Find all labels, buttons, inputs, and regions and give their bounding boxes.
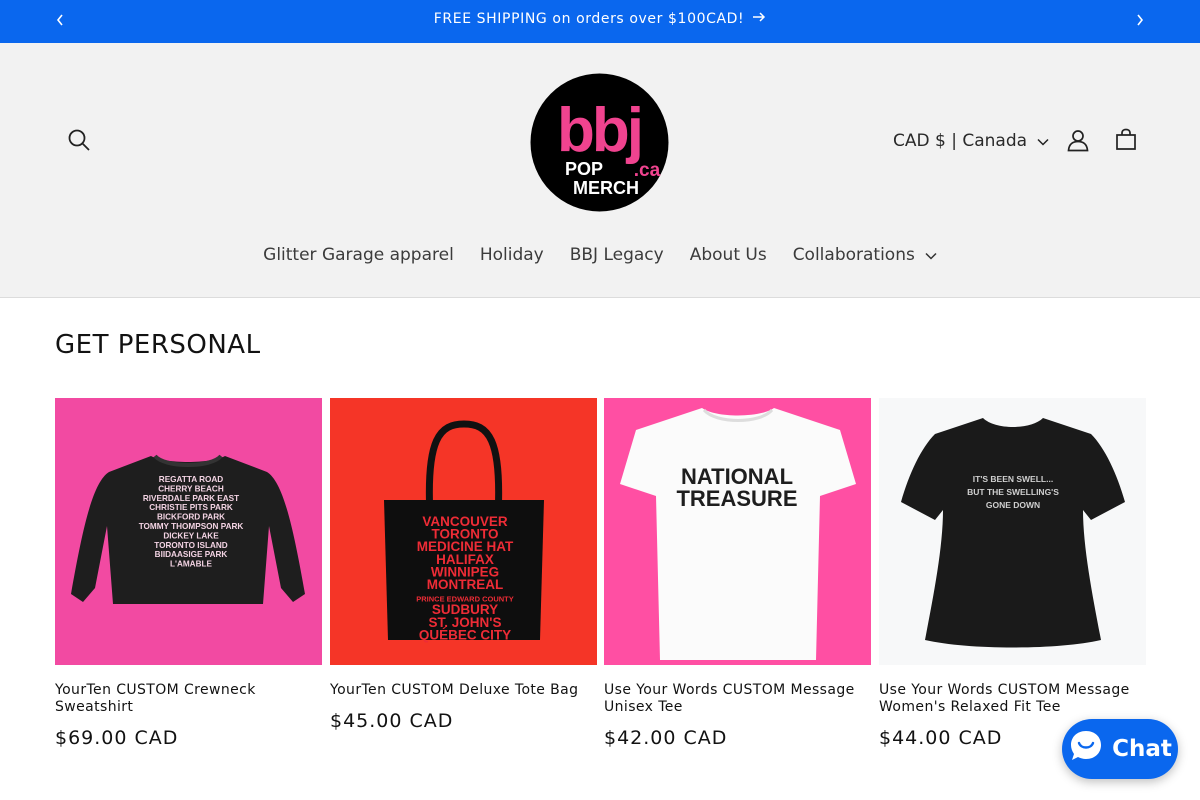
cart-icon: [1114, 128, 1138, 156]
chat-bubble-icon: [1068, 728, 1104, 770]
nav-item-holiday[interactable]: Holiday: [467, 245, 557, 265]
product-card[interactable]: REGATTA ROAD CHERRY BEACH RIVERDALE PARK E…: [55, 398, 322, 749]
print-line: L'AMABLE: [170, 560, 213, 569]
site-logo[interactable]: bbj .ca POP MERCH: [530, 73, 669, 212]
print-line: TOMMY THOMPSON PARK: [139, 522, 244, 531]
print-line: BUT THE SWELLING'S: [967, 487, 1059, 497]
product-image-tote[interactable]: VANCOUVER TORONTO MEDICINE HAT HALIFAX WINNI…: [330, 398, 597, 665]
announcement-text: FREE SHIPPING on orders over $100CAD!: [433, 10, 745, 27]
print-line: CHERRY BEACH: [158, 484, 224, 493]
product-image-womens-tee[interactable]: IT'S BEEN SWELL... BUT THE SWELLING'S GONE…: [879, 398, 1146, 665]
product-title[interactable]: YourTen CUSTOM Crewneck Sweatshirt: [55, 682, 322, 716]
main-nav: Glitter Garage apparel Holiday BBJ Legac…: [0, 238, 1200, 272]
print-line: DICKEY LAKE: [163, 531, 219, 540]
currency-selector[interactable]: CAD $ | Canada: [893, 127, 1049, 155]
announcement-next-button[interactable]: [1120, 0, 1160, 43]
logo-line1-text: POP: [565, 159, 603, 179]
nav-item-about-us[interactable]: About Us: [677, 245, 780, 265]
product-price: $45.00 CAD: [330, 710, 454, 732]
nav-item-collaborations[interactable]: Collaborations: [780, 245, 950, 265]
product-price: $69.00 CAD: [55, 727, 179, 749]
account-icon: [1066, 128, 1090, 156]
cart-button[interactable]: [1106, 121, 1146, 163]
chat-label: Chat: [1112, 736, 1172, 762]
announcement-bar: FREE SHIPPING on orders over $100CAD!: [0, 0, 1200, 43]
product-title[interactable]: Use Your Words CUSTOM Message Unisex Tee: [604, 682, 871, 716]
search-button[interactable]: [58, 121, 100, 163]
chevron-left-icon: [55, 12, 65, 31]
chat-button[interactable]: Chat: [1062, 719, 1178, 779]
nav-item-glitter-garage[interactable]: Glitter Garage apparel: [250, 245, 467, 265]
print-line: GONE DOWN: [986, 500, 1040, 510]
print-line: BICKFORD PARK: [157, 513, 225, 522]
chevron-down-icon: [925, 245, 937, 265]
product-card[interactable]: IT'S BEEN SWELL... BUT THE SWELLING'S GONE…: [879, 398, 1146, 749]
print-line: RIVERDALE PARK EAST: [143, 494, 239, 503]
announcement-link[interactable]: FREE SHIPPING on orders over $100CAD!: [434, 11, 766, 27]
product-price: $42.00 CAD: [604, 727, 728, 749]
print-line: TORONTO ISLAND: [154, 541, 227, 550]
print-line: IT'S BEEN SWELL...: [973, 474, 1053, 484]
nav-label: Glitter Garage apparel: [263, 245, 454, 265]
account-button[interactable]: [1058, 121, 1098, 163]
nav-item-bbj-legacy[interactable]: BBJ Legacy: [557, 245, 677, 265]
search-icon: [67, 128, 91, 156]
print-line: CHRISTIE PITS PARK: [149, 503, 233, 512]
arrow-right-icon: [752, 11, 766, 27]
product-card[interactable]: NATIONAL TREASURE Use Your Words CUSTOM M…: [604, 398, 871, 749]
product-title[interactable]: YourTen CUSTOM Deluxe Tote Bag: [330, 682, 597, 699]
nav-label: About Us: [689, 245, 767, 265]
logo-main-text: bbj: [557, 96, 641, 165]
product-image-unisex-tee[interactable]: NATIONAL TREASURE: [604, 398, 871, 665]
chevron-down-icon: [1037, 131, 1049, 151]
site-header: bbj .ca POP MERCH CAD $ | Canada Glitter…: [0, 43, 1200, 298]
nav-label: Collaborations: [792, 245, 915, 265]
product-card[interactable]: VANCOUVER TORONTO MEDICINE HAT HALIFAX WINNI…: [330, 398, 597, 732]
print-line: REGATTA ROAD: [159, 475, 224, 484]
print-line: MONTREAL: [427, 577, 504, 592]
unisex-tee-print: NATIONALTREASURE: [676, 464, 797, 511]
print-line: QUÉBEC CITY: [419, 627, 511, 642]
product-image-crewneck[interactable]: REGATTA ROAD CHERRY BEACH RIVERDALE PARK E…: [55, 398, 322, 665]
print-line: TREASURE: [676, 486, 797, 511]
currency-label: CAD $ | Canada: [893, 131, 1028, 151]
product-title[interactable]: Use Your Words CUSTOM Message Women's Re…: [879, 682, 1146, 716]
chevron-right-icon: [1135, 12, 1145, 31]
announcement-prev-button[interactable]: [40, 0, 80, 43]
nav-label: Holiday: [479, 245, 544, 265]
nav-label: BBJ Legacy: [569, 245, 664, 265]
section-title: GET PERSONAL: [55, 330, 261, 360]
logo-line2-text: MERCH: [573, 178, 639, 198]
print-line: BIIDAASIGE PARK: [155, 550, 228, 559]
